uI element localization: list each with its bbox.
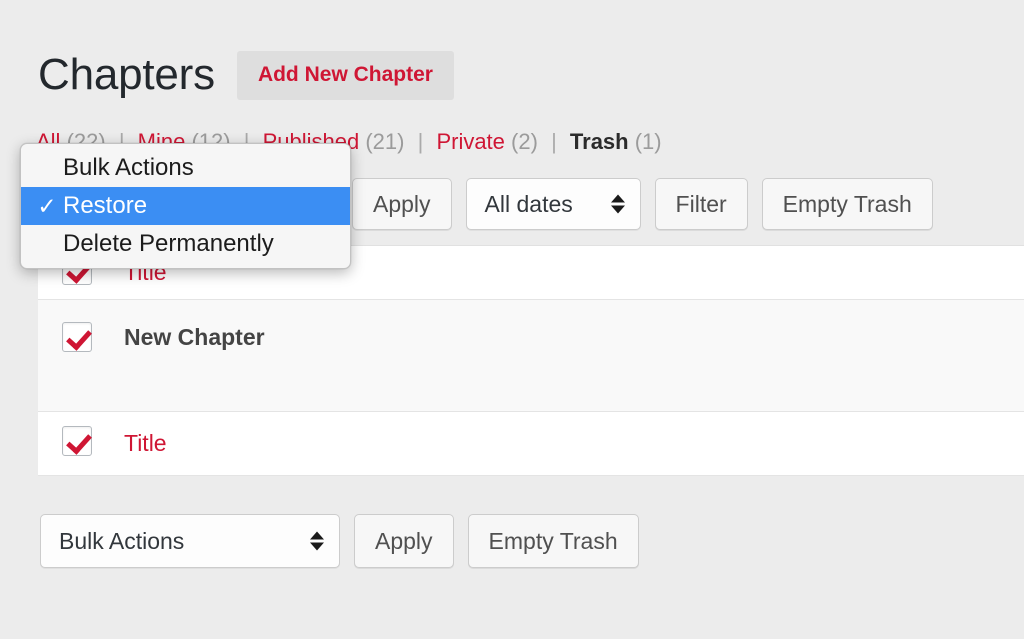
filter-button[interactable]: Filter <box>654 178 748 230</box>
filter-count-trash: (1) <box>634 129 662 154</box>
filter-separator-4: | <box>551 129 557 154</box>
menu-item-label: Delete Permanently <box>63 230 274 257</box>
bulk-actions-select-bottom[interactable]: Bulk Actions <box>40 514 340 568</box>
filter-separator-3: | <box>417 129 424 154</box>
page-header: Chapters Add New Chapter <box>38 24 454 127</box>
row-checkbox-cell <box>62 300 124 357</box>
row-title[interactable]: New Chapter <box>124 300 265 349</box>
apply-button-bottom[interactable]: Apply <box>354 514 454 568</box>
row-checkbox-cell <box>62 426 124 461</box>
menu-item-label: Bulk Actions <box>63 154 194 181</box>
menu-item-restore[interactable]: ✓ Restore <box>21 187 350 225</box>
table-row: Title <box>38 412 1024 476</box>
updown-arrows-icon <box>610 194 625 214</box>
bulk-actions-select-bottom-value: Bulk Actions <box>59 527 185 554</box>
page-title: Chapters <box>38 50 215 100</box>
checkmark-icon: ✓ <box>37 192 57 219</box>
row-checkbox[interactable] <box>62 426 92 456</box>
date-filter-select-value: All dates <box>484 190 573 217</box>
bulk-actions-dropdown-menu: Bulk Actions ✓ Restore Delete Permanentl… <box>20 143 351 269</box>
empty-trash-button-bottom[interactable]: Empty Trash <box>467 514 639 568</box>
filter-count-published: (21) <box>365 129 405 154</box>
table-row: New Chapter <box>38 300 1024 412</box>
filter-link-trash[interactable]: Trash <box>570 129 629 154</box>
tablenav-bottom: Bulk Actions Apply Empty Trash <box>40 514 639 568</box>
row-checkbox[interactable] <box>62 322 92 352</box>
chapters-list-table: Title New Chapter Title <box>38 245 1024 476</box>
filter-link-private-wrap: Private (2) <box>436 129 544 154</box>
date-filter-select[interactable]: All dates <box>465 178 641 230</box>
add-new-chapter-button[interactable]: Add New Chapter <box>236 50 454 100</box>
filter-link-private[interactable]: Private <box>436 129 504 154</box>
filter-link-trash-wrap: Trash (1) <box>570 129 662 154</box>
apply-button-top[interactable]: Apply <box>352 178 452 230</box>
updown-arrows-icon <box>310 531 324 551</box>
menu-item-bulk-actions[interactable]: Bulk Actions <box>21 149 350 187</box>
row-title[interactable]: Title <box>124 432 167 455</box>
menu-item-delete-permanently[interactable]: Delete Permanently <box>21 225 350 263</box>
empty-trash-button-top[interactable]: Empty Trash <box>761 178 933 230</box>
menu-item-label: Restore <box>63 192 148 219</box>
filter-count-private: (2) <box>511 129 538 154</box>
